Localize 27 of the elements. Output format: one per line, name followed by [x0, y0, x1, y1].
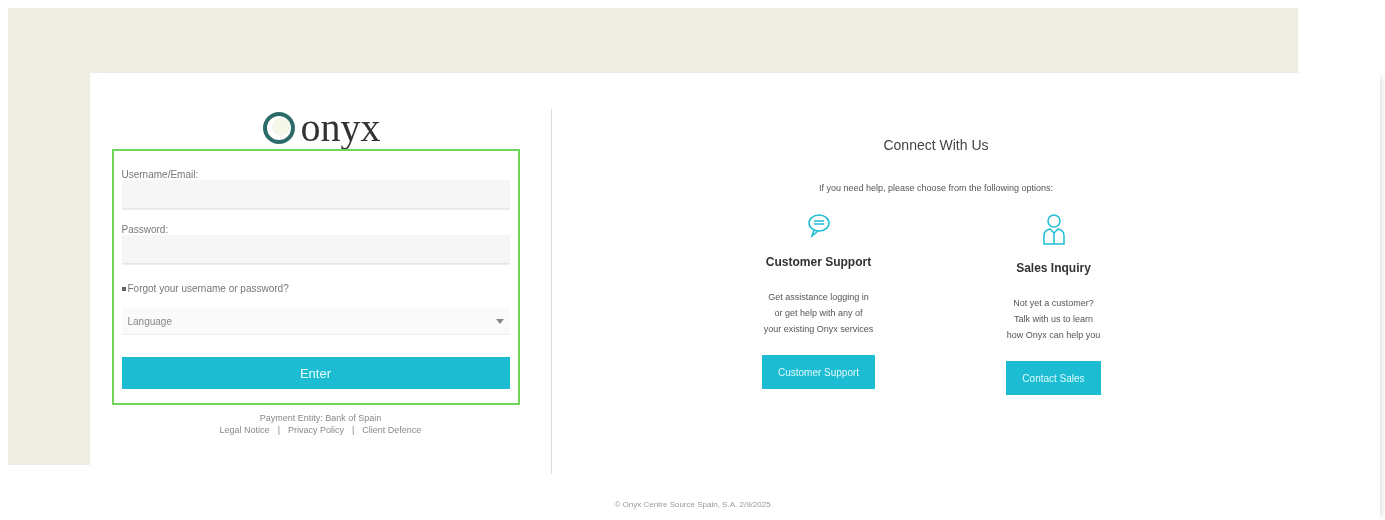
input-field[interactable]: [121, 180, 510, 209]
footer-link[interactable]: Client Defence: [362, 425, 422, 435]
logo-ring-icon: [260, 110, 297, 146]
field-label: Password:: [121, 224, 170, 235]
field-label: Username/Email:: [121, 169, 200, 180]
chat-bubble-icon: [806, 213, 831, 239]
link-separator: |: [352, 425, 355, 435]
option-title: Sales Inquiry: [1016, 261, 1091, 275]
enter-button[interactable]: Enter: [121, 357, 510, 389]
option-button[interactable]: Customer Support: [761, 355, 876, 389]
option-description: Not yet a customer? Talk with us to learn how Onyx can help you: [1006, 297, 1101, 342]
forgot-link[interactable]: Forgot your username or password?: [121, 283, 510, 294]
option-title: Customer Support: [765, 255, 872, 269]
link-separator: |: [277, 425, 280, 435]
connect-title: Connect With Us: [883, 137, 989, 153]
copyright-text: © Onyx Centre Source Spain, S.A. 2/9/2025: [614, 500, 771, 509]
person-icon: [1040, 213, 1067, 245]
input-field[interactable]: [121, 235, 510, 264]
option-description: Get assistance logging in or get help with any of your existing Onyx services: [763, 291, 874, 336]
payment-entity-text: Payment Entity: Bank of Spain: [259, 413, 382, 423]
language-select[interactable]: Language: [121, 308, 510, 335]
footer-link[interactable]: Privacy Policy: [288, 425, 344, 435]
connect-subtitle: If you need help, please choose from the following options:: [818, 183, 1054, 193]
logo-text: onyx: [300, 108, 381, 148]
caret-icon: [495, 318, 504, 324]
footer-link[interactable]: Legal Notice: [219, 425, 270, 435]
option-button[interactable]: Contact Sales: [1006, 361, 1101, 395]
